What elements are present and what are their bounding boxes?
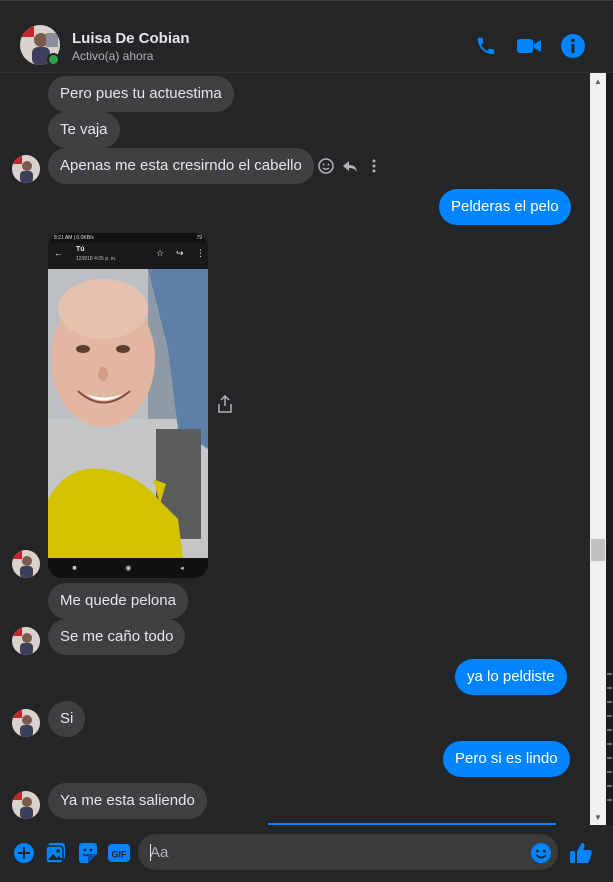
avatar[interactable]: [12, 155, 40, 183]
message-composer: GIF: [0, 825, 613, 882]
scrollbar[interactable]: ▲ ▼: [590, 73, 606, 825]
scrollbar-thumb[interactable]: [591, 539, 605, 561]
plus-icon[interactable]: [12, 841, 36, 865]
emoji-icon[interactable]: [529, 841, 553, 865]
message-actions: [318, 158, 382, 174]
star-icon: ☆: [156, 248, 165, 258]
image-icon[interactable]: [44, 841, 68, 865]
edge-mark: [607, 757, 612, 759]
message-incoming[interactable]: Te vaja: [48, 112, 120, 148]
photo-image: [48, 269, 208, 558]
phone-status-bar: 8:21 AM | 0.0KB/s 79: [48, 233, 208, 243]
message-incoming[interactable]: Ya me esta saliendo: [48, 783, 207, 819]
edge-mark: [607, 729, 612, 731]
edge-mark: [607, 743, 612, 745]
gif-icon[interactable]: GIF: [107, 841, 131, 865]
window-edge: [606, 73, 613, 825]
photo-timestamp: 12/8/18 4:05 p. m.: [76, 256, 117, 262]
scroll-down-arrow-icon[interactable]: ▼: [590, 809, 606, 825]
contact-name[interactable]: Luisa De Cobian: [72, 30, 190, 47]
message-incoming[interactable]: Me quede pelona: [48, 583, 188, 619]
gif-label: GIF: [112, 850, 128, 860]
battery-level: 79: [196, 235, 202, 241]
chat-header: Luisa De Cobian Activo(a) ahora: [0, 11, 613, 73]
share-arrow-icon: ↪: [176, 248, 184, 258]
edge-mark: [607, 771, 612, 773]
share-icon[interactable]: [216, 395, 234, 413]
avatar[interactable]: [12, 550, 40, 578]
home-icon: ◉: [125, 565, 132, 572]
message-incoming[interactable]: Si: [48, 701, 86, 737]
phone-app-bar: ← Tú 12/8/18 4:05 p. m. ☆ ↪ ⋮: [48, 243, 208, 269]
edge-mark: [607, 799, 612, 801]
back-icon: ◂: [180, 565, 184, 572]
back-arrow-icon: ←: [54, 248, 63, 258]
video-camera-icon[interactable]: [516, 33, 542, 59]
edge-mark: [607, 715, 612, 717]
message-list[interactable]: Pero pues tu actuestima Te vaja Apenas m…: [0, 73, 590, 825]
overflow-icon: ⋮: [196, 248, 205, 258]
edge-mark: [607, 673, 612, 675]
phone-nav-bar: ■ ◉ ◂: [48, 558, 208, 578]
thumbs-up-icon[interactable]: [569, 841, 593, 865]
message-incoming[interactable]: Apenas me esta cresirndo el cabello: [48, 148, 314, 184]
contact-status: Activo(a) ahora: [72, 49, 154, 63]
message-incoming[interactable]: Pero pues tu actuestima: [48, 76, 234, 112]
recents-icon: ■: [72, 564, 77, 572]
online-status-dot: [47, 53, 60, 66]
messenger-chat-window: Luisa De Cobian Activo(a) ahora Pero pue…: [0, 0, 613, 882]
avatar[interactable]: [12, 627, 40, 655]
message-input[interactable]: [138, 834, 558, 870]
edge-mark: [607, 687, 612, 689]
reply-icon[interactable]: [342, 158, 358, 174]
message-outgoing[interactable]: ya lo peldiste: [455, 659, 567, 695]
edge-mark: [607, 701, 612, 703]
text-caret: [150, 844, 151, 861]
message-incoming[interactable]: Se me caño todo: [48, 619, 186, 655]
avatar[interactable]: [12, 791, 40, 819]
edge-mark: [607, 785, 612, 787]
avatar[interactable]: [12, 709, 40, 737]
photo-message[interactable]: 8:21 AM | 0.0KB/s 79 ← Tú 12/8/18 4:05 p…: [48, 233, 208, 578]
emoji-react-icon[interactable]: [318, 158, 334, 174]
sticker-icon[interactable]: [76, 841, 100, 865]
info-icon[interactable]: [560, 33, 586, 59]
more-options-icon[interactable]: [366, 158, 382, 174]
photo-title: Tú: [76, 246, 85, 253]
scroll-up-arrow-icon[interactable]: ▲: [590, 73, 606, 89]
message-outgoing[interactable]: Pelderas el pelo: [439, 189, 571, 225]
phone-status-text: 8:21 AM | 0.0KB/s: [54, 235, 94, 241]
message-outgoing[interactable]: Pero si es lindo: [443, 741, 570, 777]
phone-icon[interactable]: [473, 33, 499, 59]
